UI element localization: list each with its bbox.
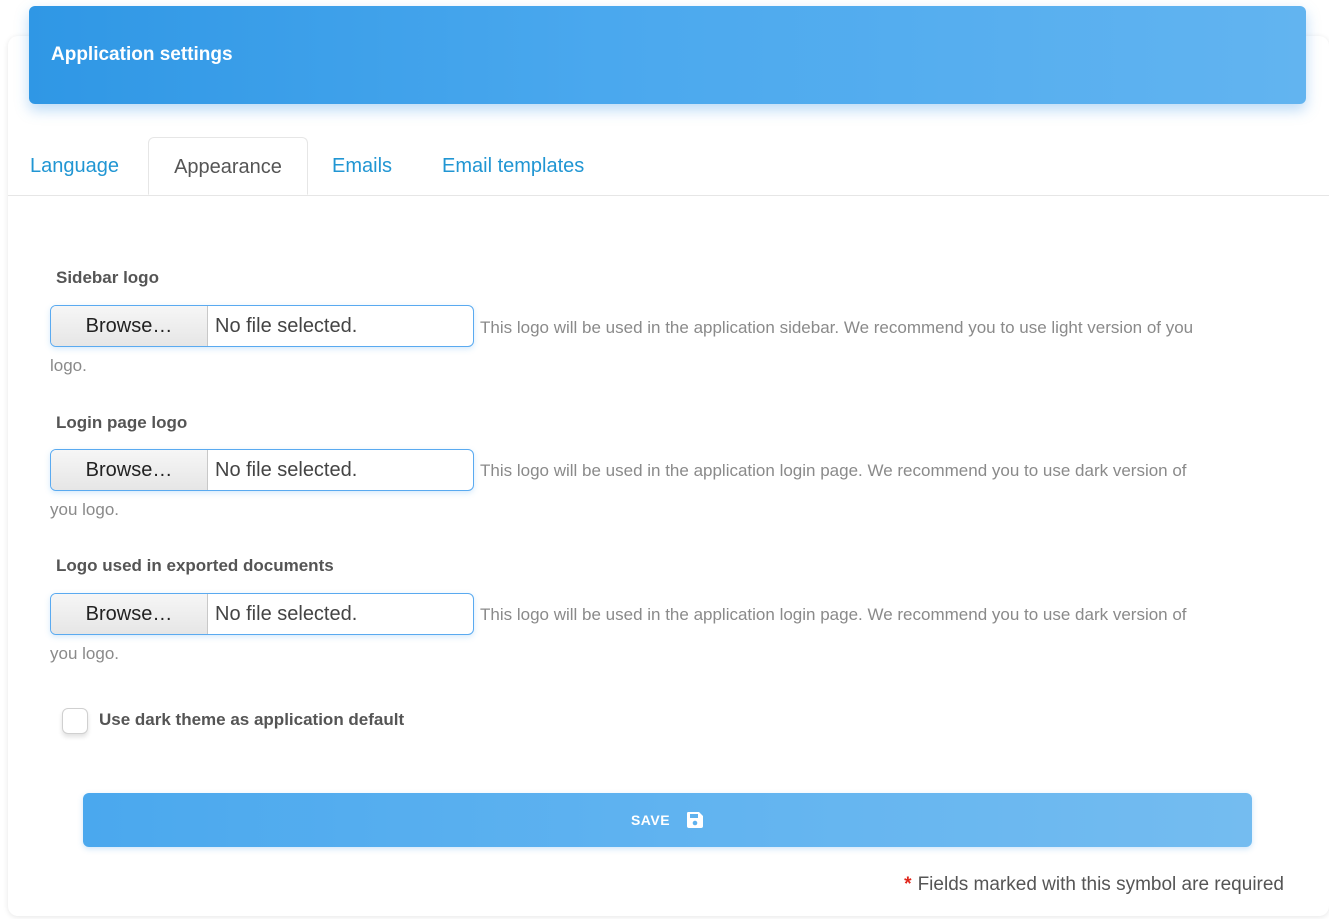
export-logo-file-status: No file selected. xyxy=(215,603,358,625)
login-logo-label: Login page logo xyxy=(56,413,188,432)
export-logo-file-input[interactable]: Browse… No file selected. xyxy=(50,593,474,635)
save-label: SAVE xyxy=(630,812,671,828)
sidebar-logo-help: This logo will be used in the applicatio… xyxy=(480,318,1194,337)
tab-emails[interactable]: Emails xyxy=(332,137,392,195)
page-title: Application settings xyxy=(51,44,233,65)
tab-language[interactable]: Language xyxy=(30,137,119,195)
tab-email-templates[interactable]: Email templates xyxy=(442,137,584,195)
dark-theme-label[interactable]: Use dark theme as application default xyxy=(99,710,404,730)
sidebar-logo-file-input[interactable]: Browse… No file selected. xyxy=(50,305,474,347)
dark-theme-checkbox[interactable] xyxy=(62,708,88,734)
export-logo-help: This logo will be used in the applicatio… xyxy=(480,605,1187,624)
login-logo-file-status: No file selected. xyxy=(215,459,358,481)
export-logo-help-cont: you logo. xyxy=(50,644,119,663)
tab-appearance[interactable]: Appearance xyxy=(148,137,308,195)
required-star: * xyxy=(904,874,912,895)
login-logo-browse-button[interactable]: Browse… xyxy=(51,450,208,490)
required-fields-note: * Fields marked with this symbol are requ… xyxy=(904,874,1284,896)
sidebar-logo-help-cont: logo. xyxy=(50,356,87,375)
export-logo-browse-button[interactable]: Browse… xyxy=(51,594,208,634)
required-note-text: Fields marked with this symbol are requi… xyxy=(917,874,1284,895)
sidebar-logo-file-status: No file selected. xyxy=(215,315,358,337)
settings-header: Application settings xyxy=(29,6,1306,104)
login-logo-file-input[interactable]: Browse… No file selected. xyxy=(50,449,474,491)
login-logo-help-cont: you logo. xyxy=(50,500,119,519)
export-logo-label: Logo used in exported documents xyxy=(56,556,334,575)
login-logo-help: This logo will be used in the applicatio… xyxy=(480,461,1187,480)
settings-tabs: Language Appearance Emails Email templat… xyxy=(8,137,1329,196)
floppy-disk-icon xyxy=(686,811,704,829)
save-button[interactable]: SAVE xyxy=(83,793,1252,847)
sidebar-logo-label: Sidebar logo xyxy=(56,268,159,287)
sidebar-logo-browse-button[interactable]: Browse… xyxy=(51,306,208,346)
